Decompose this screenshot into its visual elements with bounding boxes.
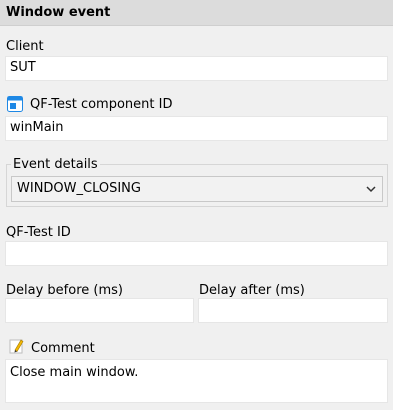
comment-label: Comment	[31, 341, 95, 356]
comment-field[interactable]: Close main window.	[5, 359, 388, 403]
delay-after-label: Delay after (ms)	[199, 283, 305, 298]
panel-title: Window event	[6, 5, 111, 20]
qftest-id-label: QF-Test ID	[6, 225, 71, 240]
delay-before-label: Delay before (ms)	[6, 283, 123, 298]
client-label: Client	[6, 39, 44, 54]
component-id-icon	[7, 96, 23, 112]
event-type-selected: WINDOW_CLOSING	[17, 181, 141, 196]
pencil-icon	[9, 338, 25, 354]
window-event-panel: Window event Client SUT QF-Test componen…	[0, 0, 393, 410]
component-id-label: QF-Test component ID	[30, 97, 173, 112]
panel-header: Window event	[0, 0, 393, 26]
delay-after-field[interactable]	[198, 298, 388, 323]
event-details-legend: Event details	[11, 157, 100, 172]
chevron-down-icon	[366, 183, 376, 193]
event-type-select[interactable]: WINDOW_CLOSING	[11, 176, 383, 202]
qftest-id-field[interactable]	[5, 241, 388, 266]
client-field[interactable]: SUT	[5, 56, 388, 81]
component-id-field[interactable]: winMain	[5, 116, 388, 141]
delay-before-field[interactable]	[5, 298, 194, 323]
